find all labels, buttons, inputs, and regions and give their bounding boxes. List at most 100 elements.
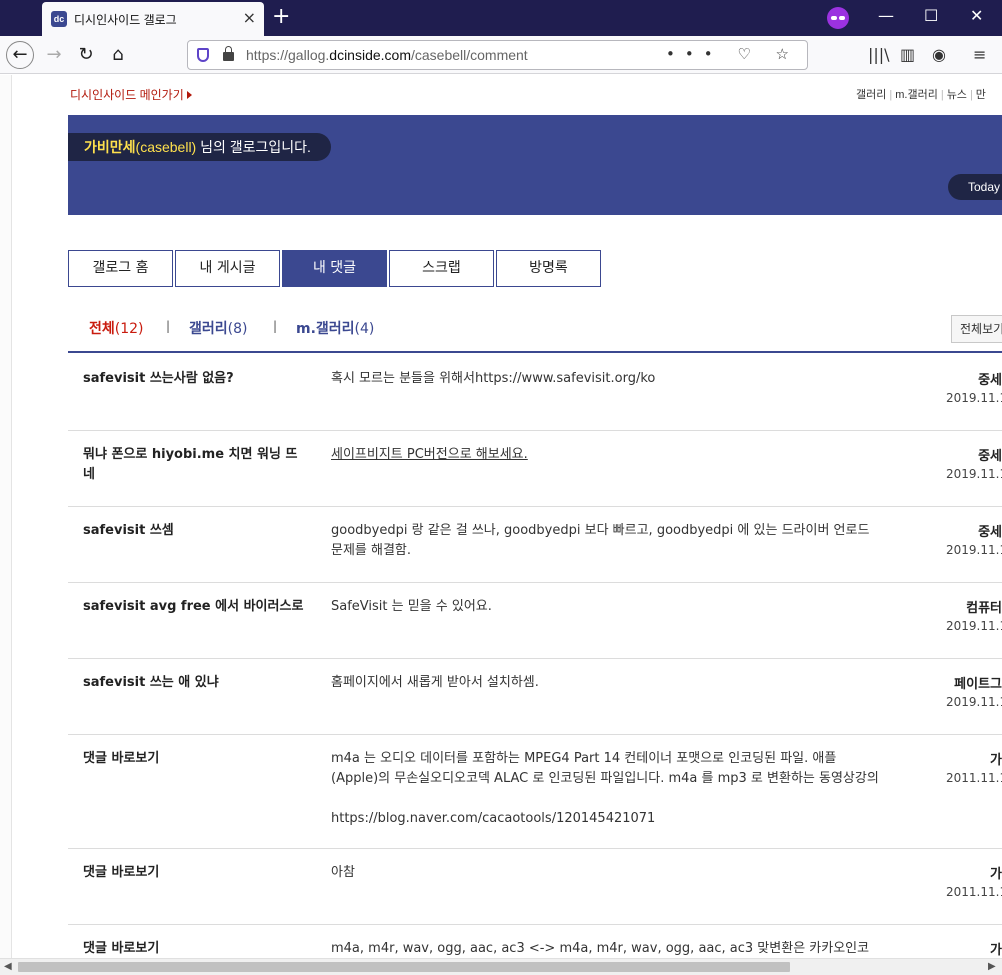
gallery-name[interactable]: 페이트그	[954, 673, 1002, 692]
post-title[interactable]: safevisit avg free 에서 바이러스로	[83, 597, 308, 617]
comment-row[interactable]: safevisit 쓰는 애 있냐 홈페이지에서 새롭게 받아서 설치하셈. 페…	[68, 659, 1002, 735]
back-button[interactable]: ←	[6, 41, 34, 69]
post-title[interactable]: 뭐냐 폰으로 hiyobi.me 치면 워닝 뜨네	[83, 445, 308, 485]
post-title[interactable]: 댓글 바로보기	[83, 939, 308, 958]
post-title[interactable]: 댓글 바로보기	[83, 749, 308, 769]
gallery-name[interactable]: 중세	[978, 369, 1002, 388]
tab-title: 디시인사이드 갤로그	[74, 13, 177, 27]
gallery-name[interactable]: 중세	[978, 445, 1002, 464]
filter-gallery-label: 갤러리	[189, 321, 228, 337]
library-icon[interactable]: |||\	[868, 45, 890, 64]
gnb-m-gallery[interactable]: m.갤러리	[895, 89, 938, 101]
browser-nav-bar: ← → ↻ ⌂ https://gallog.dcinside.com/case…	[0, 36, 1002, 74]
comment-date: 2019.11.1	[946, 391, 1002, 405]
comment-body[interactable]: goodbyedpi 랑 같은 걸 쓰나, goodbyedpi 보다 빠르고,…	[331, 521, 881, 561]
gallery-name[interactable]: 가	[990, 749, 1002, 768]
post-title[interactable]: safevisit 쓰셈	[83, 521, 308, 541]
main-link-label: 디시인사이드 메인가기	[70, 88, 184, 102]
comment-date: 2019.11.1	[946, 619, 1002, 633]
owner-pill: 가비만세(casebell) 님의 갤로그입니다.	[68, 133, 331, 161]
comment-row[interactable]: safevisit avg free 에서 바이러스로 SafeVisit 는 …	[68, 583, 1002, 659]
hamburger-menu-icon[interactable]: ≡	[973, 45, 986, 64]
gallery-name[interactable]: 가	[990, 863, 1002, 882]
owner-name: 가비만세	[84, 139, 136, 155]
lock-icon[interactable]	[223, 46, 234, 61]
filter-gallery[interactable]: 갤러리(8)	[189, 318, 247, 338]
comment-body[interactable]: m4a 는 오디오 데이터를 포함하는 MPEG4 Part 14 컨테이너 포…	[331, 749, 881, 829]
browser-tab[interactable]: dc 디시인사이드 갤로그 ×	[42, 2, 264, 36]
page-content: 디시인사이드 메인가기 갤러리 | m.갤러리 | 뉴스 | 만 가비만세(casebell…	[0, 75, 1002, 958]
comment-row[interactable]: 댓글 바로보기 m4a 는 오디오 데이터를 포함하는 MPEG4 Part 1…	[68, 735, 1002, 849]
url-text[interactable]: https://gallog.dcinside.com/casebell/com…	[246, 47, 528, 63]
left-gutter	[0, 75, 12, 958]
filter-all-count: (12)	[114, 321, 144, 337]
today-badge: Today	[948, 174, 1002, 200]
scroll-right-icon[interactable]: ▶	[988, 961, 996, 972]
minimize-button[interactable]: —	[878, 6, 894, 26]
filter-separator: |	[273, 319, 278, 333]
gnb-more[interactable]: 만	[976, 89, 986, 101]
gallery-name[interactable]: 중세	[978, 521, 1002, 540]
horizontal-scrollbar[interactable]: ◀ ▶	[0, 958, 1002, 975]
comment-date: 2019.11.1	[946, 695, 1002, 709]
comment-row[interactable]: safevisit 쓰셈 goodbyedpi 랑 같은 걸 쓰나, goodb…	[68, 507, 1002, 583]
comment-filter-bar: 전체(12) | 갤러리(8) | m.갤러리(4) 전체보기	[68, 305, 1002, 353]
comment-body[interactable]: 아참	[331, 863, 881, 883]
filter-m-gallery-count: (4)	[354, 321, 375, 337]
comment-body[interactable]: SafeVisit 는 믿을 수 있어요.	[331, 597, 881, 617]
new-tab-button[interactable]: +	[272, 4, 290, 30]
maximize-button[interactable]: ☐	[924, 6, 938, 26]
filter-m-gallery[interactable]: m.갤러리(4)	[296, 318, 374, 338]
home-button[interactable]: ⌂	[104, 41, 132, 69]
reload-button[interactable]: ↻	[72, 41, 100, 69]
comment-row[interactable]: 댓글 바로보기 아참 가 2011.11.1	[68, 849, 1002, 925]
sidebar-icon[interactable]: ▥	[900, 45, 915, 64]
account-icon[interactable]: ◉	[932, 45, 946, 64]
menu-my-posts[interactable]: 내 게시글	[175, 250, 280, 287]
menu-gallog-home[interactable]: 갤로그 홈	[68, 250, 173, 287]
view-all-button[interactable]: 전체보기	[951, 315, 1002, 343]
comment-date: 2019.11.1	[946, 467, 1002, 481]
filter-separator: |	[166, 319, 171, 333]
url-bar[interactable]: https://gallog.dcinside.com/casebell/com…	[187, 40, 808, 70]
comment-body[interactable]: 혹시 모르는 분들을 위해서https://www.safevisit.org/…	[331, 369, 881, 389]
scrollbar-thumb[interactable]	[18, 962, 790, 972]
browser-tab-bar: dc 디시인사이드 갤로그 × + — ☐ ✕	[0, 0, 1002, 36]
comment-row[interactable]: 댓글 바로보기 m4a, m4r, wav, ogg, aac, ac3 <->…	[68, 925, 1002, 958]
scroll-left-icon[interactable]: ◀	[4, 961, 12, 972]
comment-body[interactable]: m4a, m4r, wav, ogg, aac, ac3 <-> m4a, m4…	[331, 939, 881, 958]
gallery-name[interactable]: 컴퓨터	[966, 597, 1002, 616]
owner-id: (casebell)	[135, 139, 197, 155]
filter-gallery-count: (8)	[227, 321, 248, 337]
tab-close-icon[interactable]: ×	[243, 8, 256, 28]
comment-body[interactable]: 홈페이지에서 새롭게 받아서 설치하셈.	[331, 673, 881, 693]
comment-row[interactable]: safevisit 쓰는사람 없음? 혹시 모르는 분들을 위해서https:/…	[68, 355, 1002, 431]
tracking-shield-icon[interactable]	[197, 48, 209, 62]
forward-button[interactable]: →	[40, 41, 68, 69]
menu-my-comments[interactable]: 내 댓글	[282, 250, 387, 287]
post-title[interactable]: 댓글 바로보기	[83, 863, 308, 883]
comment-list: safevisit 쓰는사람 없음? 혹시 모르는 분들을 위해서https:/…	[68, 355, 1002, 958]
dcinside-main-link[interactable]: 디시인사이드 메인가기	[70, 86, 192, 103]
post-title[interactable]: safevisit 쓰는 애 있냐	[83, 673, 308, 693]
menu-guestbook[interactable]: 방명록	[496, 250, 601, 287]
comment-date: 2019.11.1	[946, 543, 1002, 557]
comment-row[interactable]: 뭐냐 폰으로 hiyobi.me 치면 워닝 뜨네 세이프비지트 PC버전으로 …	[68, 431, 1002, 507]
gallog-banner: 가비만세(casebell) 님의 갤로그입니다. Today	[68, 115, 1002, 215]
gnb-news[interactable]: 뉴스	[947, 89, 967, 101]
private-browsing-mask-icon	[827, 7, 849, 29]
menu-scrap[interactable]: 스크랩	[389, 250, 494, 287]
filter-all[interactable]: 전체(12)	[89, 318, 144, 338]
gnb-separator: |	[969, 89, 973, 101]
post-title[interactable]: safevisit 쓰는사람 없음?	[83, 369, 308, 389]
comment-body[interactable]: 세이프비지트 PC버전으로 해보세요.	[331, 445, 881, 465]
comment-date: 2011.11.1	[946, 771, 1002, 785]
arrow-right-icon	[186, 91, 192, 99]
page-actions-icon[interactable]: ••• ♡ ☆	[666, 45, 799, 63]
dcinside-favicon-icon: dc	[51, 11, 67, 27]
url-path: /casebell/comment	[410, 47, 528, 63]
gallery-name[interactable]: 가	[990, 939, 1002, 958]
filter-all-label: 전체	[89, 321, 115, 337]
close-window-button[interactable]: ✕	[970, 6, 983, 26]
gnb-gallery[interactable]: 갤러리	[856, 89, 886, 101]
